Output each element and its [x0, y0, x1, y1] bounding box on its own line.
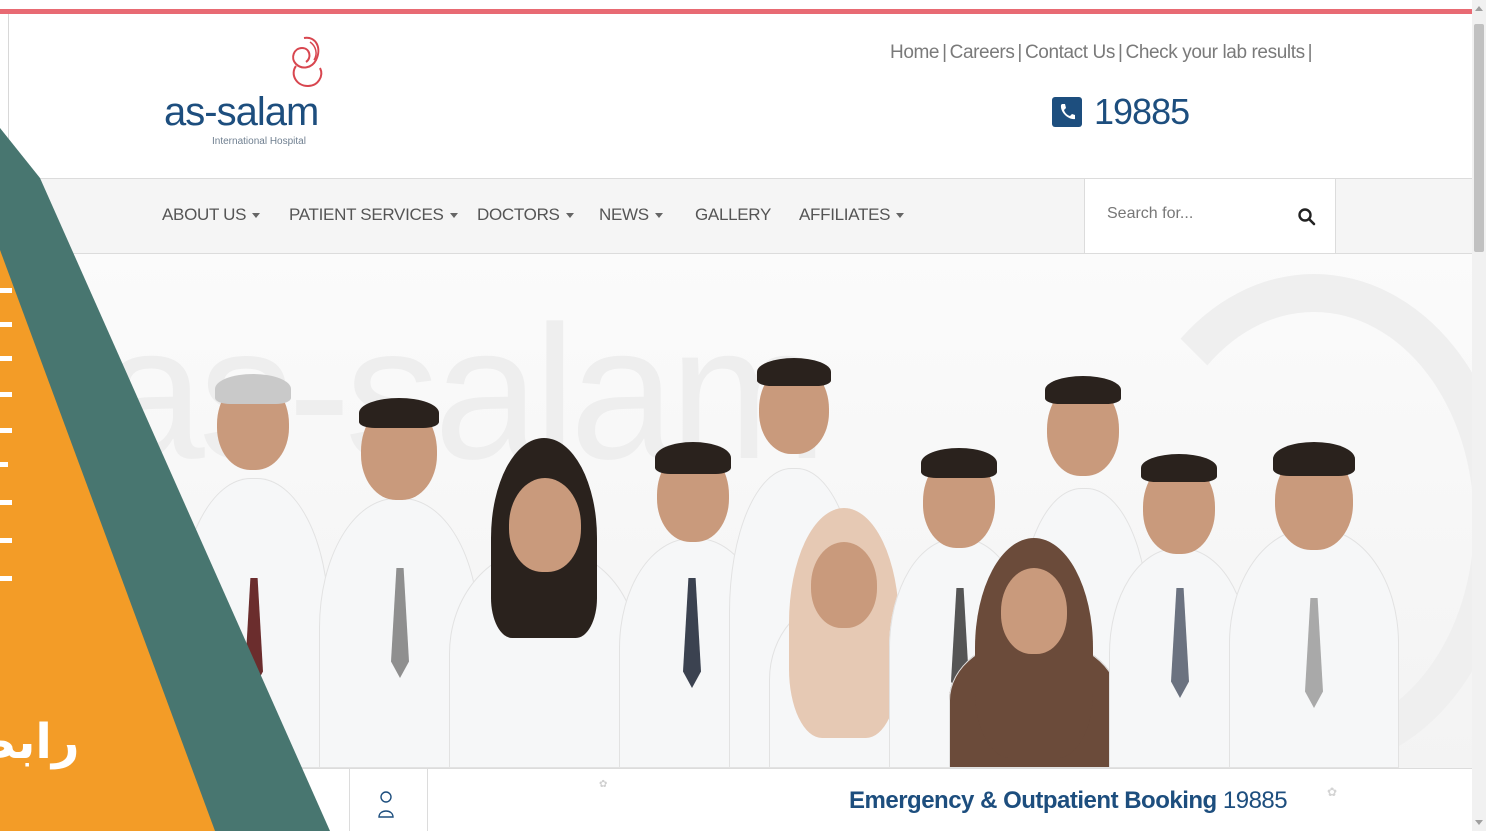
nav-patient-services[interactable]: PATIENT SERVICES [289, 205, 458, 225]
phone-icon [1052, 97, 1082, 127]
nav-affiliates[interactable]: AFFILIATES [799, 205, 905, 225]
hotline-number: 19885 [1094, 91, 1190, 132]
doctor-figure [1229, 428, 1399, 768]
doctor-figure [949, 538, 1119, 768]
hospital-logo[interactable]: as-salam International Hospital [160, 34, 340, 154]
doctor-figure [449, 438, 639, 768]
search-input[interactable] [1107, 205, 1277, 223]
top-link-lab-results[interactable]: Check your lab results [1126, 42, 1306, 63]
caret-down-icon [565, 213, 574, 219]
nav-gallery[interactable]: GALLERY [695, 205, 771, 225]
nav-gallery-label: GALLERY [695, 205, 772, 224]
main-nav: ABOUT US PATIENT SERVICES DOCTORS NEWS G… [26, 178, 1472, 254]
logo-name: as-salam [164, 90, 319, 134]
booking-label: Emergency & Outpatient Booking [849, 787, 1217, 814]
nav-doctors[interactable]: DOCTORS [477, 205, 574, 225]
search-box [1084, 179, 1336, 253]
caret-down-icon [449, 213, 458, 219]
link-separator: | [1307, 42, 1313, 63]
scroll-thumb[interactable] [1474, 24, 1484, 252]
link-separator: | [1117, 42, 1123, 63]
booking-number: 19885 [1222, 787, 1288, 814]
nav-doctors-label: DOCTORS [477, 205, 560, 224]
user-icon[interactable] [376, 789, 396, 821]
top-accent-bar [0, 9, 1472, 14]
link-separator: | [1017, 42, 1022, 63]
top-link-contact-us[interactable]: Contact Us [1025, 42, 1115, 63]
search-icon[interactable] [1297, 207, 1317, 227]
caret-down-icon [896, 213, 905, 219]
nav-about-us-label: ABOUT US [162, 205, 247, 224]
top-link-home[interactable]: Home [890, 42, 939, 63]
booking-info[interactable]: Emergency & Outpatient Booking 19885 [849, 787, 1288, 815]
doctor-figure [179, 368, 329, 768]
logo-swirl-icon [292, 36, 323, 88]
nav-affiliates-label: AFFILIATES [799, 205, 891, 224]
logo-subtitle: International Hospital [212, 136, 306, 147]
nav-patient-services-label: PATIENT SERVICES [289, 205, 444, 224]
faint-logo-mark: ✿ [1327, 785, 1338, 799]
hero-banner-image: as-salam [9, 254, 1472, 768]
doctor-figure [1109, 438, 1249, 768]
page-scrollbar[interactable] [1472, 0, 1486, 831]
divider [427, 769, 428, 831]
top-link-careers[interactable]: Careers [950, 42, 1015, 63]
caret-down-icon [654, 213, 663, 219]
hotline[interactable]: 19885 [1052, 90, 1190, 134]
scroll-up-arrow-icon[interactable] [1475, 6, 1483, 11]
banner-text-fragment [0, 462, 8, 467]
scroll-down-arrow-icon[interactable] [1475, 820, 1483, 825]
nav-about-us[interactable]: ABOUT US [162, 205, 261, 225]
caret-down-icon [252, 213, 261, 219]
faint-logo-mark: ✿ [599, 779, 608, 790]
divider [349, 769, 350, 831]
booking-strip: ✿ Emergency & Outpatient Booking 19885 ✿ [9, 768, 1472, 831]
browser-page: as-salam International Hospital Home | Car… [0, 0, 1486, 831]
link-separator: | [942, 42, 947, 63]
nav-news[interactable]: NEWS [599, 205, 663, 225]
top-links: Home | Careers | Contact Us | Check your lab r… [890, 42, 1315, 64]
nav-news-label: NEWS [599, 205, 649, 224]
